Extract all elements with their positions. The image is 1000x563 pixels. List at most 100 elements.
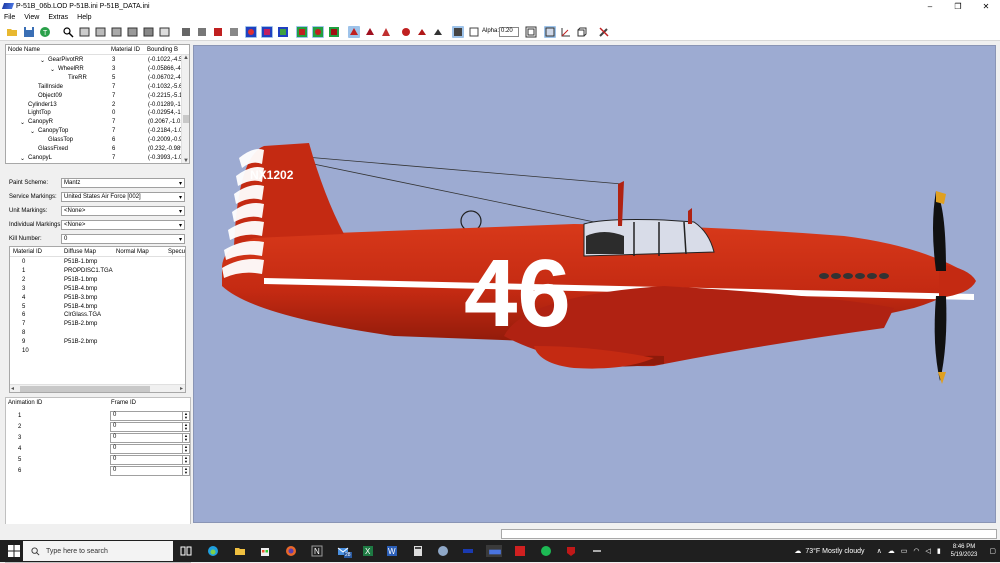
node-tree[interactable]: Node Name Material ID Bounding B ⌄ GearPi…	[5, 44, 190, 164]
axis-icon[interactable]	[560, 26, 572, 38]
app-icon-blue[interactable]	[462, 545, 474, 557]
frame-id-spinner[interactable]: 0 ▲ ▼	[110, 411, 190, 421]
firefox-icon[interactable]	[285, 545, 297, 557]
material-row[interactable]: 2 P51B-1.bmp	[10, 276, 185, 285]
material-id-header[interactable]: Material ID	[111, 47, 140, 53]
material-row[interactable]: 8	[10, 329, 185, 338]
menu-extras[interactable]: Extras	[48, 14, 68, 21]
service-markings-select[interactable]: United States Air Force [002] ▾	[61, 192, 185, 202]
zoom-extents-icon[interactable]	[62, 26, 74, 38]
open-folder-icon[interactable]	[6, 26, 18, 38]
expand-toggle-icon[interactable]: ⌄	[30, 128, 35, 135]
frame-id-spinner[interactable]: 0 ▲ ▼	[110, 455, 190, 465]
shade-red-icon[interactable]	[212, 26, 224, 38]
view-box-4-icon[interactable]	[127, 26, 139, 38]
solid-cube-icon[interactable]	[452, 26, 464, 38]
close-button[interactable]: ✕	[972, 0, 1000, 12]
material-table[interactable]: Material ID Diffuse Map Normal Map Specu…	[9, 246, 186, 393]
material-row[interactable]: 5 P51B-4.bmp	[10, 303, 185, 312]
edge-icon[interactable]	[207, 545, 219, 557]
tree-row[interactable]: ⌄ GearPivotRR 3 (-0.1022,-4.5	[6, 56, 189, 65]
store-icon[interactable]	[259, 545, 271, 557]
texture-tool-icon[interactable]: T	[39, 26, 51, 38]
spinner-arrows-icon[interactable]: ▲ ▼	[182, 456, 189, 464]
menu-help[interactable]: Help	[77, 14, 91, 21]
wifi-icon[interactable]: ◠	[913, 547, 919, 555]
material-row[interactable]: 6 ClrGlass.TGA	[10, 311, 185, 320]
tree-row[interactable]: Object09 7 (-0.2215,-5.1	[6, 92, 189, 101]
battery-icon[interactable]: ▮	[937, 547, 941, 555]
cube-outline-icon[interactable]	[576, 26, 588, 38]
mcafee-icon[interactable]	[565, 545, 577, 557]
material-row[interactable]: 7 P51B-2.bmp	[10, 320, 185, 329]
task-view-icon[interactable]	[180, 545, 192, 557]
material-row[interactable]: 9 P51B-2.bmp	[10, 338, 185, 347]
3d-viewport[interactable]: NX1202 46	[193, 45, 996, 523]
expand-toggle-icon[interactable]: ⌄	[40, 57, 45, 64]
render-red-2-icon[interactable]	[364, 26, 376, 38]
tree-row[interactable]: LightTop 0 (-0.02954,-1.	[6, 109, 189, 118]
windows-start-icon[interactable]	[8, 545, 20, 557]
tree-row[interactable]: Cylinder13 2 (-0.01289,-1.	[6, 101, 189, 110]
restore-button[interactable]: ❐	[944, 0, 972, 12]
material-id-col-header[interactable]: Material ID	[13, 249, 42, 255]
file-explorer-icon[interactable]	[234, 545, 246, 557]
spinner-arrows-icon[interactable]: ▲ ▼	[182, 412, 189, 420]
tree-row[interactable]: ⌄ CanopyL 7 (-0.3993,-1.0	[6, 154, 189, 163]
material-row[interactable]: 3 P51B-4.bmp	[10, 285, 185, 294]
minimize-button[interactable]: –	[916, 0, 944, 12]
kill-number-select[interactable]: 0 ▾	[61, 234, 185, 244]
expand-toggle-icon[interactable]: ⌄	[50, 66, 55, 73]
frame-id-spinner[interactable]: 0 ▲ ▼	[110, 422, 190, 432]
app-icon-small[interactable]	[591, 545, 603, 557]
render-red-4-icon[interactable]	[400, 26, 412, 38]
shade-gray-2-icon[interactable]	[196, 26, 208, 38]
render-red-1-icon[interactable]	[348, 26, 360, 38]
tree-row[interactable]: GlassFixed 6 (0.232,-0.989	[6, 145, 189, 154]
frame-id-spinner[interactable]: 0 ▲ ▼	[110, 433, 190, 443]
spinner-arrows-icon[interactable]: ▲ ▼	[182, 423, 189, 431]
frame-id-spinner[interactable]: 0 ▲ ▼	[110, 466, 190, 476]
cloud-tray-icon[interactable]: ☁	[888, 547, 895, 555]
tree-row[interactable]: ⌄ WheelRR 3 (-0.05866,-4.	[6, 65, 189, 74]
render-red-3-icon[interactable]	[380, 26, 392, 38]
render-red-5-icon[interactable]	[416, 26, 428, 38]
tree-row[interactable]: TireRR 5 (-0.06702,-4.	[6, 74, 189, 83]
display-mode-3-icon[interactable]	[277, 26, 289, 38]
view-box-3-icon[interactable]	[111, 26, 123, 38]
word-icon[interactable]: W	[386, 545, 398, 557]
expand-toggle-icon[interactable]: ⌄	[20, 155, 25, 162]
material-row[interactable]: 4 P51B-3.bmp	[10, 294, 185, 303]
display-mode-6-icon[interactable]	[328, 26, 340, 38]
specular-col-header[interactable]: Specu	[168, 249, 185, 255]
tree-row[interactable]: GlassTop 6 (-0.2009,-0.9	[6, 136, 189, 145]
shade-gray-1-icon[interactable]	[180, 26, 192, 38]
bounding-box-icon[interactable]	[525, 26, 537, 38]
app-icon-misc[interactable]	[437, 545, 449, 557]
clock[interactable]: 8:46 PM 5/19/2023	[951, 543, 978, 559]
tray-chevron-icon[interactable]: ∧	[877, 547, 882, 555]
material-row[interactable]: 10	[10, 347, 185, 356]
shade-gray-3-icon[interactable]	[228, 26, 240, 38]
spinner-arrows-icon[interactable]: ▲ ▼	[182, 445, 189, 453]
tree-row[interactable]: ⌄ CanopyR 7 (0.2067,-1.01	[6, 118, 189, 127]
material-row[interactable]: 1 PROPDISC1.TGA	[10, 267, 185, 276]
material-row[interactable]: 0 P51B-1.bmp	[10, 258, 185, 267]
display-mode-4-icon[interactable]	[296, 26, 308, 38]
view-box-6-icon[interactable]	[159, 26, 171, 38]
excel-icon[interactable]: X	[362, 545, 374, 557]
bounding-box-header[interactable]: Bounding B	[147, 47, 178, 53]
diffuse-map-col-header[interactable]: Diffuse Map	[64, 249, 96, 255]
wire-cube-icon[interactable]	[468, 26, 480, 38]
frame-id-spinner[interactable]: 0 ▲ ▼	[110, 444, 190, 454]
unit-markings-select[interactable]: <None> ▾	[61, 206, 185, 216]
alpha-input[interactable]: 0.20	[499, 27, 519, 37]
view-box-1-icon[interactable]	[79, 26, 91, 38]
material-table-scrollbar[interactable]: ◂ ▸	[10, 384, 185, 392]
individual-markings-select[interactable]: <None> ▾	[61, 220, 185, 230]
tools-icon[interactable]	[598, 26, 610, 38]
display-mode-2-icon[interactable]	[261, 26, 273, 38]
spinner-arrows-icon[interactable]: ▲ ▼	[182, 434, 189, 442]
spinner-arrows-icon[interactable]: ▲ ▼	[182, 467, 189, 475]
calculator-icon[interactable]	[412, 545, 424, 557]
